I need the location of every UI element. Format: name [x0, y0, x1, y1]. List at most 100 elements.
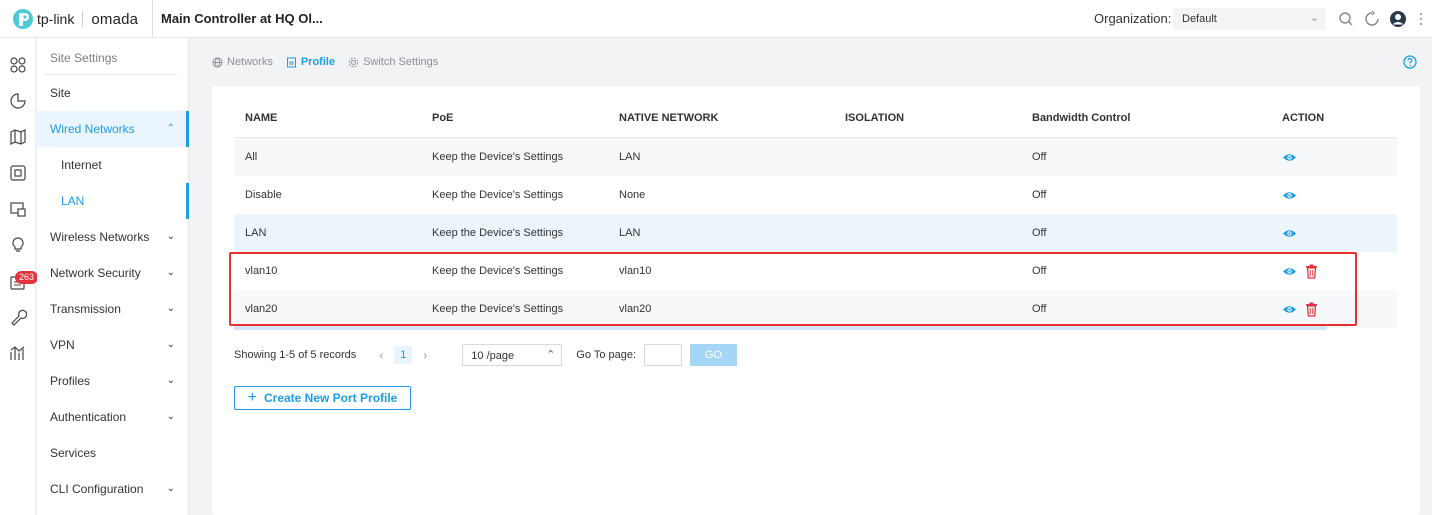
search-icon[interactable]	[1337, 10, 1355, 28]
sidebar-item-vpn[interactable]: VPN ⌄	[37, 327, 189, 363]
col-bandwidth-control[interactable]: Bandwidth Control	[1021, 99, 1271, 138]
sidebar-item-label: Services	[50, 446, 97, 460]
cell-name: Disable	[245, 189, 282, 201]
cell-poe: Keep the Device's Settings	[432, 189, 564, 201]
table-header-row: NAME PoE NATIVE NETWORK ISOLATION Bandwi…	[234, 99, 1397, 138]
col-poe[interactable]: PoE	[421, 99, 608, 138]
sidebar-item-label: VPN	[50, 338, 75, 352]
reports-icon[interactable]	[9, 344, 27, 362]
sidebar-item-services[interactable]: Services	[37, 435, 189, 471]
dashboard-icon[interactable]	[9, 56, 27, 74]
cell-bandwidth: Off	[1021, 214, 1271, 252]
plus-icon: +	[247, 389, 257, 406]
chevron-down-icon: ⌄	[166, 411, 175, 422]
page-size-value: 10 /page	[471, 350, 515, 362]
sidebar-item-transmission[interactable]: Transmission ⌄	[37, 291, 189, 327]
help-icon[interactable]	[1403, 55, 1417, 69]
tab-networks[interactable]: Networks	[212, 56, 273, 68]
site-settings-sidebar: Site Settings Site Wired Networks ⌃ Inter…	[37, 38, 189, 515]
sidebar-item-label: Wired Networks	[50, 122, 135, 136]
cell-name: LAN	[234, 214, 421, 252]
sidebar-item-label: CLI Configuration	[50, 482, 144, 496]
table-row[interactable]: Disable Keep the Device's Settings None …	[234, 176, 1397, 214]
cell-isolation	[834, 137, 1021, 176]
create-button-label: Create New Port Profile	[263, 391, 398, 405]
go-button[interactable]: GO	[690, 344, 738, 366]
more-vertical-icon[interactable]	[1417, 10, 1425, 28]
cell-poe: Keep the Device's Settings	[421, 214, 608, 252]
sidebar-header: Site Settings	[50, 51, 118, 65]
devices-icon[interactable]	[9, 164, 27, 182]
create-port-profile-button[interactable]: + Create New Port Profile	[234, 386, 411, 410]
sidebar-item-site[interactable]: Site	[37, 75, 189, 111]
sidebar-item-profiles[interactable]: Profiles ⌄	[37, 363, 189, 399]
organization-label: Organization:	[1094, 11, 1172, 26]
statistics-icon[interactable]	[9, 92, 27, 110]
sidebar-item-wired-networks[interactable]: Wired Networks ⌃	[37, 111, 189, 147]
globe-icon	[212, 57, 223, 67]
sidebar-item-label: Wireless Networks	[50, 230, 150, 244]
view-eye-icon[interactable]	[1282, 226, 1297, 241]
cell-action	[1271, 176, 1397, 214]
chevron-down-icon: ⌄	[166, 375, 175, 386]
page-size-select[interactable]: 10 /page ⌃	[462, 344, 563, 366]
cell-native-network: None	[619, 189, 646, 201]
tools-icon[interactable]	[9, 308, 27, 326]
chevron-down-icon: ⌄	[166, 231, 175, 242]
view-eye-icon[interactable]	[1282, 150, 1297, 165]
table-row[interactable]: LAN Keep the Device's Settings LAN Off	[234, 214, 1397, 252]
col-isolation[interactable]: ISOLATION	[834, 99, 1021, 138]
cell-action	[1271, 137, 1397, 176]
next-page-icon[interactable]: ›	[416, 348, 434, 362]
sidebar-item-network-security[interactable]: Network Security ⌄	[37, 255, 189, 291]
prev-page-icon[interactable]: ‹	[372, 348, 390, 362]
goto-page-input[interactable]	[644, 344, 683, 366]
goto-label: Go To page:	[576, 349, 637, 361]
col-action: ACTION	[1271, 99, 1397, 138]
pagination: Showing 1-5 of 5 records ‹ 1 › 10 /page …	[234, 344, 738, 366]
logo-divider	[82, 11, 84, 27]
controller-title[interactable]: Main Controller at HQ Ol...	[152, 0, 323, 38]
organization-value: Default	[1182, 13, 1217, 25]
chevron-down-icon: ⌄	[166, 303, 175, 314]
sidebar-item-internet[interactable]: Internet	[37, 147, 189, 183]
top-bar: tp-link omada Main Controller at HQ Ol..…	[0, 0, 1432, 38]
tab-profile[interactable]: Profile	[286, 56, 335, 68]
tab-label: Networks	[227, 56, 273, 68]
brand-text: tp-link	[37, 11, 75, 27]
records-summary: Showing 1-5 of 5 records	[234, 349, 357, 361]
tab-switch-settings[interactable]: Switch Settings	[348, 56, 438, 68]
product-name: omada	[91, 10, 139, 28]
col-native-network[interactable]: NATIVE NETWORK	[608, 99, 834, 138]
chevron-down-icon: ⌄	[1309, 12, 1319, 24]
tp-link-logo-icon	[13, 9, 33, 29]
view-eye-icon[interactable]	[1282, 188, 1297, 203]
cell-action	[1271, 214, 1397, 252]
sidebar-item-lan[interactable]: LAN	[37, 183, 189, 219]
horizontal-scrollbar[interactable]	[234, 326, 1327, 330]
cell-native-network: LAN	[608, 214, 834, 252]
sidebar-item-label: Internet	[61, 158, 102, 172]
tp-link-logo[interactable]: tp-link omada	[12, 8, 138, 30]
nav-rail: 263	[0, 38, 39, 515]
profile-tabs: Networks Profile Switch Settings	[212, 50, 451, 74]
map-icon[interactable]	[9, 128, 27, 146]
page-number[interactable]: 1	[394, 346, 413, 364]
sidebar-item-wireless-networks[interactable]: Wireless Networks ⌄	[37, 219, 189, 255]
cell-poe: Keep the Device's Settings	[421, 137, 608, 176]
cell-bandwidth: Off	[1021, 137, 1271, 176]
document-icon	[286, 57, 296, 67]
col-name[interactable]: NAME	[234, 99, 421, 138]
user-avatar-icon[interactable]	[1389, 10, 1407, 28]
sidebar-item-authentication[interactable]: Authentication ⌄	[37, 399, 189, 435]
cell-name: All	[234, 137, 421, 176]
clients-icon[interactable]	[9, 200, 27, 218]
cell-bandwidth: Off	[1032, 189, 1047, 201]
table-row[interactable]: All Keep the Device's Settings LAN Off	[234, 137, 1397, 176]
organization-select[interactable]: Default ⌄	[1173, 8, 1325, 30]
refresh-icon[interactable]	[1363, 10, 1381, 28]
insight-icon[interactable]	[9, 236, 27, 254]
sidebar-item-cli-configuration[interactable]: CLI Configuration ⌄	[37, 471, 189, 507]
sidebar-item-label: Transmission	[50, 302, 121, 316]
sidebar-item-label: Network Security	[50, 266, 141, 280]
